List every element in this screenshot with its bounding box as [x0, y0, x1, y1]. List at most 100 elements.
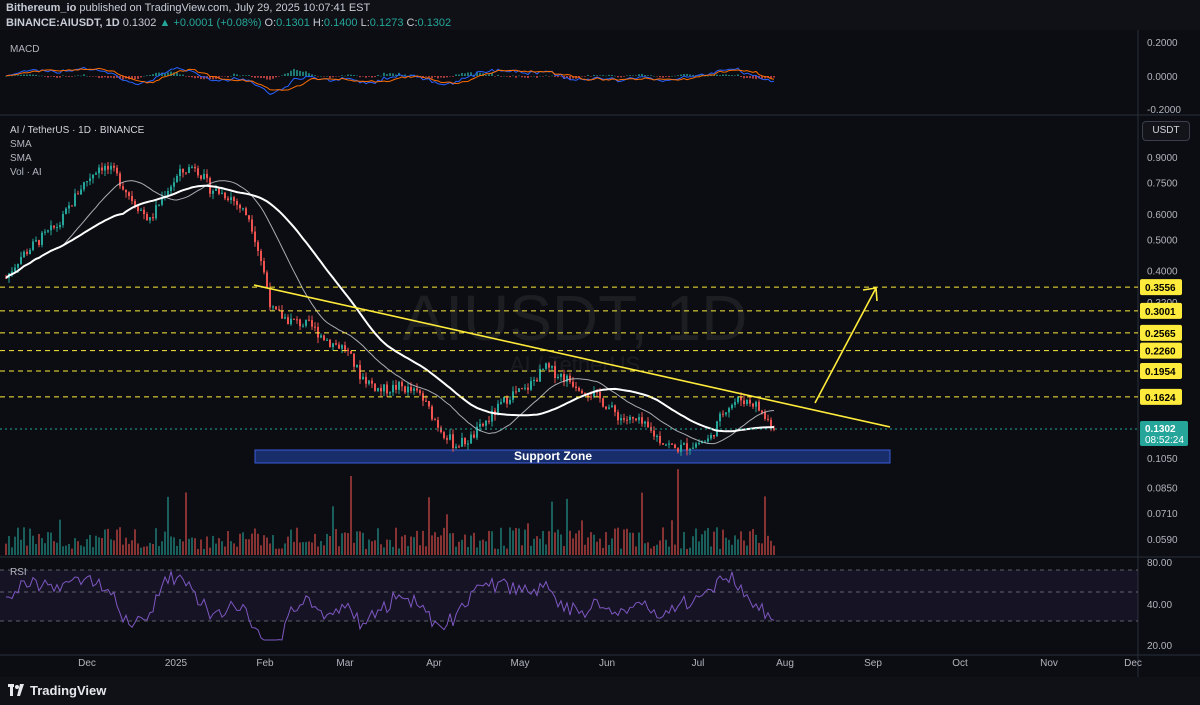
volume-bar — [26, 545, 28, 555]
volume-bar — [371, 541, 373, 555]
macd-histogram-bar — [707, 75, 709, 77]
volume-bar — [320, 541, 322, 555]
volume-bar — [203, 548, 205, 555]
watermark: AIUSDT, 1D — [403, 282, 748, 354]
candle — [386, 384, 388, 394]
macd-histogram-bar — [29, 74, 31, 76]
volume-bar — [644, 543, 646, 555]
breakout-arrow[interactable] — [814, 287, 878, 404]
volume-bar — [428, 497, 430, 555]
macd-histogram-bar — [71, 76, 73, 77]
volume-bar — [248, 539, 250, 555]
volume-bar — [152, 543, 154, 555]
candle — [737, 396, 739, 403]
macd-histogram-bar — [671, 75, 673, 77]
macd-histogram-bar — [596, 75, 598, 76]
macd-pane — [5, 66, 775, 95]
macd-histogram-bar — [494, 76, 496, 77]
volume-bar — [191, 537, 193, 555]
volume-bar — [32, 535, 34, 555]
candle — [107, 165, 109, 170]
candle — [281, 310, 283, 319]
candle — [521, 388, 523, 390]
candle — [29, 249, 31, 255]
volume-bar — [527, 523, 529, 555]
macd-histogram-bar — [428, 76, 430, 77]
macd-histogram-bar — [605, 75, 607, 77]
candle — [362, 376, 364, 380]
macd-histogram-bar — [557, 76, 559, 78]
macd-histogram-bar — [509, 76, 511, 78]
candle — [647, 421, 649, 428]
volume-bar — [20, 539, 22, 555]
macd-histogram-bar — [65, 76, 67, 77]
volume-bar — [707, 527, 709, 555]
volume-bar — [338, 546, 340, 555]
indicator-sma-1[interactable]: SMA — [10, 139, 32, 150]
candle — [152, 217, 154, 219]
macd-histogram-bar — [452, 76, 454, 77]
macd-histogram-bar — [104, 76, 106, 78]
candle — [215, 188, 217, 191]
macd-histogram-bar — [332, 76, 334, 78]
volume-bar — [566, 498, 568, 555]
candle — [707, 438, 709, 442]
candle — [728, 408, 730, 413]
volume-bar — [590, 532, 592, 555]
volume-bar — [683, 532, 685, 555]
volume-bar — [206, 536, 208, 555]
volume-bar — [281, 548, 283, 555]
candle — [245, 208, 247, 216]
volume-bar — [92, 547, 94, 555]
candle — [299, 319, 301, 327]
volume-bar — [755, 534, 757, 555]
tradingview-brand[interactable]: TradingView — [30, 683, 106, 698]
candle — [335, 343, 337, 345]
macd-histogram-bar — [374, 76, 376, 78]
macd-histogram-bar — [581, 76, 583, 77]
macd-histogram-bar — [530, 76, 532, 77]
macd-histogram-bar — [143, 75, 145, 77]
macd-histogram-bar — [86, 75, 88, 77]
candle — [407, 386, 409, 393]
volume-bar — [311, 542, 313, 555]
volume-bar — [677, 469, 679, 555]
indicator-volume[interactable]: Vol · AI — [10, 167, 42, 178]
candle — [368, 380, 370, 384]
indicator-sma-2[interactable]: SMA — [10, 153, 32, 164]
macd-tick-top: 0.2000 — [1147, 38, 1178, 49]
candle — [74, 193, 76, 207]
time-axis[interactable]: Dec 2025 Feb Mar Apr May Jun Jul Aug Sep Oct Nov Dec — [78, 658, 1142, 669]
time-tick: Feb — [256, 658, 274, 669]
candle — [296, 319, 298, 321]
candle — [380, 387, 382, 392]
volume-bar — [335, 528, 337, 555]
chart-canvas[interactable]: AIUSDT, 1D AI / TetherUS Support Zone 0.… — [0, 0, 1200, 705]
volume-bar — [617, 527, 619, 555]
candle — [572, 381, 574, 387]
volume-bar — [35, 544, 37, 555]
volume-bar — [218, 538, 220, 555]
macd-histogram-bar — [260, 76, 262, 79]
volume-bar — [632, 532, 634, 555]
macd-histogram-bar — [179, 74, 181, 76]
macd-histogram-bar — [656, 76, 658, 77]
volume-bar — [317, 546, 319, 555]
macd-histogram-bar — [719, 75, 721, 76]
macd-histogram-bar — [341, 75, 343, 76]
volume-bar — [332, 506, 334, 555]
candle — [206, 173, 208, 179]
candle — [479, 423, 481, 427]
candle — [47, 230, 49, 232]
macd-histogram-bar — [521, 76, 523, 78]
volume-bar — [761, 543, 763, 555]
macd-histogram-bar — [98, 76, 100, 78]
currency-button[interactable]: USDT — [1142, 121, 1190, 141]
volume-bar — [128, 543, 130, 555]
macd-histogram-bar — [626, 75, 628, 76]
macd-histogram-bar — [650, 75, 652, 76]
candle — [512, 391, 514, 400]
volume-bar — [407, 546, 409, 555]
volume-bar — [758, 542, 760, 555]
volume-bar — [545, 544, 547, 555]
